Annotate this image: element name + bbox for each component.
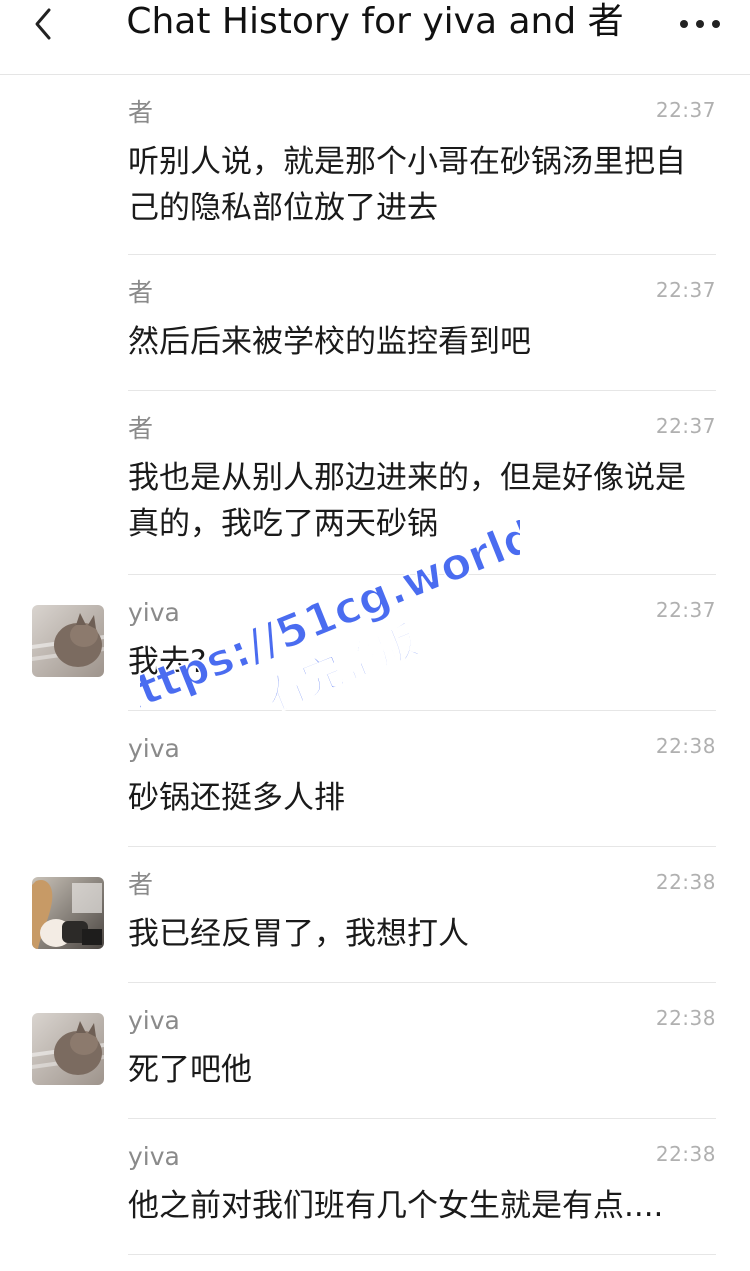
message-time: 22:37: [655, 98, 716, 122]
message-time: 22:37: [655, 598, 716, 622]
message-text: 我去?: [128, 644, 207, 680]
message-item[interactable]: yiva 22:38 他之前对我们班有几个女生就是有点....: [0, 1119, 750, 1255]
cat-avatar-icon: [32, 605, 104, 677]
top-navigation-bar: Chat History for yiva and 者: [0, 0, 750, 75]
sender-name: 者: [128, 870, 154, 899]
chevron-left-icon: [35, 8, 51, 40]
message-item[interactable]: 者 22:37 我也是从别人那边进来的，但是好像说是 真的，我吃了两天砂锅: [0, 391, 750, 575]
message-item[interactable]: 者 22:37 然后后来被学校的监控看到吧: [0, 255, 750, 391]
page-title: Chat History for yiva and 者: [126, 1, 624, 42]
message-item[interactable]: yiva 22:38 死了吧他: [0, 983, 750, 1119]
message-item[interactable]: 者 22:38 我已经反胃了，我想打人: [0, 847, 750, 983]
chat-history-page: Chat History for yiva and 者 者 22:37 听别人说…: [0, 0, 750, 1271]
message-item[interactable]: yiva 22:37 我去?: [0, 575, 750, 711]
message-time: 22:37: [655, 414, 716, 438]
avatar-cat[interactable]: [32, 1013, 104, 1085]
avatar-girl[interactable]: [32, 877, 104, 949]
message-item[interactable]: 者 22:37 听别人说，就是那个小哥在砂锅汤里把自 己的隐私部位放了进去: [0, 75, 750, 255]
message-text: 然后后来被学校的监控看到吧: [128, 324, 531, 360]
message-text: 我也是从别人那边进来的，但是好像说是 真的，我吃了两天砂锅: [128, 460, 686, 542]
sender-name: 者: [128, 98, 154, 127]
cat-avatar-icon: [32, 1013, 104, 1085]
sender-name: yiva: [128, 598, 180, 627]
sender-name: 者: [128, 414, 154, 443]
message-text: 砂锅还挺多人排: [128, 780, 345, 816]
message-text: 死了吧他: [128, 1052, 252, 1088]
sender-name: yiva: [128, 734, 180, 763]
message-time: 22:38: [655, 734, 716, 758]
message-time: 22:38: [655, 1006, 716, 1030]
message-time: 22:37: [655, 278, 716, 302]
back-button[interactable]: [22, 2, 66, 46]
message-time: 22:38: [655, 870, 716, 894]
message-text: 听别人说，就是那个小哥在砂锅汤里把自 己的隐私部位放了进去: [128, 144, 686, 226]
message-text: 我已经反胃了，我想打人: [128, 916, 469, 952]
person-avatar-icon: [32, 877, 104, 949]
sender-name: yiva: [128, 1006, 180, 1035]
message-text: 他之前对我们班有几个女生就是有点....: [128, 1188, 664, 1224]
message-time: 22:38: [655, 1142, 716, 1166]
more-dots-icon: [680, 20, 720, 28]
more-options-button[interactable]: [674, 2, 726, 46]
divider: [128, 1254, 716, 1255]
sender-name: yiva: [128, 1142, 180, 1171]
avatar-cat[interactable]: [32, 605, 104, 677]
message-item[interactable]: yiva 22:38 砂锅还挺多人排: [0, 711, 750, 847]
sender-name: 者: [128, 278, 154, 307]
message-list: 者 22:37 听别人说，就是那个小哥在砂锅汤里把自 己的隐私部位放了进去 者 …: [0, 75, 750, 1255]
